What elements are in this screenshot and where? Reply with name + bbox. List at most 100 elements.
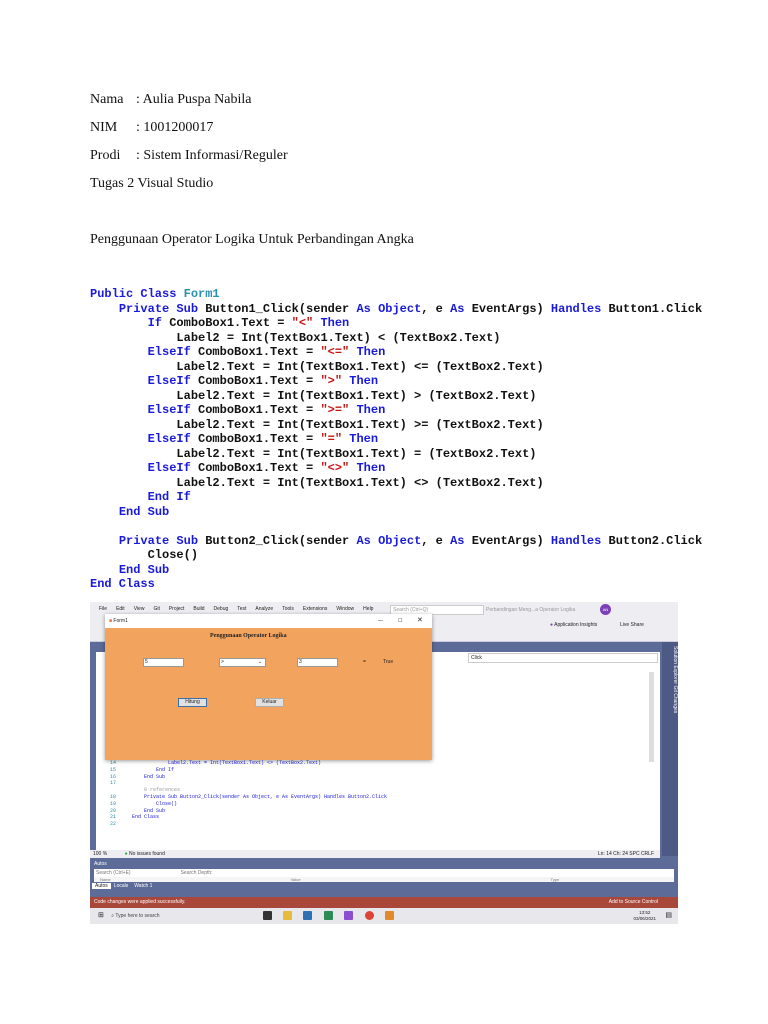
code-text: ComboBox1.Text = [198,432,321,446]
code-keyword: Private Sub [118,301,206,316]
name-value: : Aulia Puspa Nabila [136,92,252,107]
name-label: Nama [90,92,124,107]
code-keyword: If [147,316,170,330]
code-keyword: ElseIf [147,374,199,388]
line-number: 18 [109,793,116,800]
operator-value: > [221,659,224,665]
code-line: End Sub [90,563,702,578]
editor-line-text: 0 references [132,787,181,794]
code-string: "<>" [320,461,350,475]
zoom-level[interactable]: 100 % [93,851,107,857]
windows-start-icon[interactable]: ⊞ [98,912,104,919]
code-class-name: Form1 [183,287,220,301]
autos-tab[interactable]: Locals [111,883,131,889]
notification-center-icon[interactable]: ▤ [665,908,672,924]
side-tabs[interactable]: Solution Explorer Git Changes [662,642,678,856]
autos-tab[interactable]: Autos [92,883,111,889]
notification-text: Code changes were applied successfully. [94,899,186,905]
code-string: "<" [291,316,314,330]
maximize-icon[interactable]: ☐ [398,614,402,628]
close-icon[interactable]: ✕ [417,614,423,628]
taskbar-search[interactable]: ⌕ Type here to search [111,908,251,924]
line-number: 20 [109,807,116,814]
nim-line: NIM: 1001200017 [90,120,213,136]
code-line: End Sub [90,505,702,520]
code-keyword: Then [349,461,386,475]
textbox1[interactable]: 5 [143,658,184,667]
code-text: Label2.Text = Int(TextBox1.Text) <= (Tex… [90,359,544,374]
app-icon[interactable] [323,911,333,921]
file-explorer-icon[interactable] [283,911,293,921]
notification-bar: Code changes were applied successfully. … [90,897,678,908]
editor-line-text: Label2.Text = Int(TextBox1.Text) <> (Tex… [132,760,322,766]
operator-combobox[interactable]: > ⌄ [219,658,266,667]
editor-line: 19 Close() [96,801,387,808]
keluar-button[interactable]: Keluar [255,698,284,707]
hitung-button[interactable]: Hitung [178,698,207,707]
visual-studio-icon[interactable] [344,911,354,921]
line-number: 21 [109,814,116,821]
code-keyword: As [450,533,472,548]
member-dropdown[interactable]: Click [468,653,658,663]
add-to-source-control[interactable]: Add to Source Control [609,897,658,908]
code-keyword: Then [342,432,379,446]
autos-tab[interactable]: Watch 1 [131,883,155,889]
code-keyword: Then [349,345,386,359]
textbox2[interactable]: 3 [297,658,338,667]
code-text: EventArgs) [471,533,551,548]
code-keyword: Public Class [90,287,184,301]
autos-search[interactable]: Search (Ctrl+E) [96,870,131,876]
form-app-icon[interactable] [385,911,394,921]
editor-scrollbar[interactable] [649,672,654,762]
editor-line: 22 [96,821,387,828]
code-keyword: ElseIf [147,403,199,417]
editor-line-text: Close() [132,800,178,807]
code-text: Label2.Text = Int(TextBox1.Text) >= (Tex… [90,417,544,432]
task-view-icon[interactable] [262,911,272,921]
code-text: Button2_Click(sender [205,533,357,548]
live-share-button[interactable]: Live Share [620,621,644,629]
editor-line: 21 End Class [96,814,387,821]
code-line: Private Sub Button2_Click(sender As Obje… [90,534,702,549]
code-line: ElseIf ComboBox1.Text = "=" Then [90,432,702,447]
code-keyword: End Sub [118,562,170,577]
code-line: If ComboBox1.Text = "<" Then [90,316,702,331]
code-keyword: End If [147,490,191,504]
avatar[interactable]: AN [600,604,611,615]
chrome-icon[interactable] [364,911,374,921]
minimize-icon[interactable]: — [378,614,383,628]
code-text: ComboBox1.Text = [198,345,321,359]
code-text: ComboBox1.Text = [198,403,321,417]
assignment-title: Tugas 2 Visual Studio [90,176,214,191]
code-string: ">=" [320,403,350,417]
code-keyword: Then [349,403,386,417]
code-text: ComboBox1.Text = [198,374,321,388]
nim-value: : 1001200017 [136,120,214,135]
code-text: Close() [90,548,199,562]
code-line: Label2.Text = Int(TextBox1.Text) <= (Tex… [90,360,702,375]
col-name: Name [100,877,111,882]
code-keyword: Handles [550,301,609,316]
clock-time: 13:52 [639,910,651,915]
editor-line-text: End Class [132,814,160,821]
app-insights-button[interactable]: ● Application Insights [550,621,597,629]
code-text: ComboBox1.Text = [198,461,321,475]
code-text: , e [421,301,451,316]
code-line: ElseIf ComboBox1.Text = "<>" Then [90,461,702,476]
store-icon[interactable] [303,911,313,921]
code-text: Button1.Click [608,301,703,316]
editor-line: 0 references [96,787,387,794]
line-number: 19 [109,800,116,807]
code-line: Label2 = Int(TextBox1.Text) < (TextBox2.… [90,331,702,346]
search-depth[interactable]: Search Depth: [181,870,213,876]
app-insights-label: Application Insights [554,622,598,628]
name-line: Nama : Aulia Puspa Nabila [90,92,252,108]
